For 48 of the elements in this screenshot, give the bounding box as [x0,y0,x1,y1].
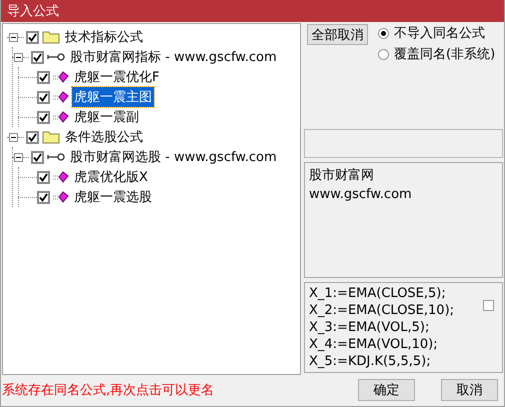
tree-item[interactable]: 股市财富网指标 - www.gscfw.com [68,47,279,67]
tree-item[interactable]: 虎躯一震主图 [72,87,154,107]
code-line: X_4:=EMA(VOL,10); [309,337,439,352]
collapse-toggle[interactable] [14,52,23,62]
code-line: X_3:=EMA(VOL,5); [309,320,430,335]
collapse-toggle[interactable] [9,132,18,142]
diamond-icon [53,71,69,83]
diamond-icon [53,91,69,103]
tree-item[interactable]: 条件选股公式 [63,127,145,147]
checkbox[interactable] [483,300,494,311]
description-text: 股市财富网 [309,167,375,184]
key-icon [47,152,65,162]
checkbox[interactable] [37,110,50,124]
checkbox[interactable] [26,130,39,144]
folder-icon [42,130,60,144]
tree-item[interactable]: 股市财富网选股 - www.gscfw.com [68,147,279,167]
status-message: 系统存在同名公式,再次点击可以更名 [2,382,216,399]
checkbox[interactable] [31,50,44,64]
tree-item[interactable]: 技术指标公式 [63,27,145,47]
checkbox[interactable] [26,30,39,44]
dialog-button[interactable]: 确定 [358,379,415,401]
deselect-all-button[interactable]: 全部取消 [307,24,368,45]
checkbox[interactable] [37,190,50,204]
diamond-icon [53,191,69,203]
window-title: 导入公式 [1,0,504,22]
checkbox[interactable] [31,150,44,164]
code-line: X_1:=EMA(CLOSE,5); [309,286,447,301]
folder-icon [42,30,60,44]
collapse-toggle[interactable] [9,32,18,42]
radio-label[interactable]: 覆盖同名(非系统) [394,45,496,63]
tree-item[interactable]: 虎震优化版X [72,167,150,187]
radio-label[interactable]: 不导入同名公式 [394,24,485,42]
code-line: X_2:=EMA(CLOSE,10); [309,303,454,318]
description-text: www.gscfw.com [309,187,413,202]
dialog-button[interactable]: 取消 [441,379,498,401]
collapse-toggle[interactable] [14,152,23,162]
radio-button[interactable] [378,28,389,38]
checkbox[interactable] [37,170,50,184]
tree-item[interactable]: 虎躯一震选股 [72,187,154,207]
diamond-icon [53,111,69,123]
code-line: X_5:=KDJ.K(5,5,5); [309,354,432,369]
diamond-icon [53,171,69,183]
checkbox[interactable] [37,70,50,84]
radio-button[interactable] [378,48,389,60]
tree-item[interactable]: 虎躯一震优化F [72,67,162,87]
tree-item[interactable]: 虎躯一震副 [72,107,141,127]
checkbox[interactable] [37,90,50,104]
key-icon [47,52,65,62]
